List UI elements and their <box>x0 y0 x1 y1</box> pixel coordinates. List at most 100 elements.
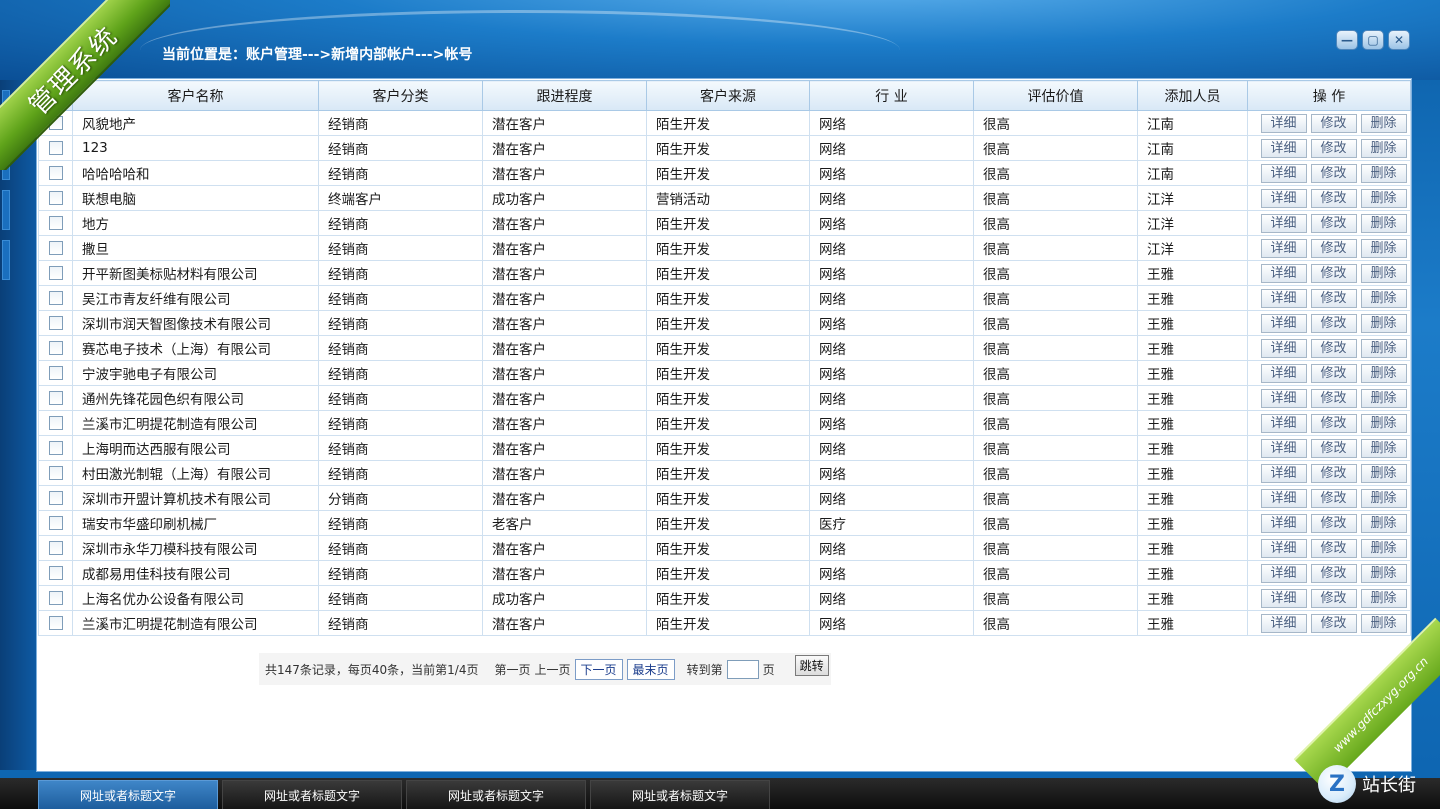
detail-button[interactable]: 详细 <box>1260 613 1307 633</box>
edit-button[interactable]: 修改 <box>1310 388 1357 408</box>
taskbar-tab[interactable]: 网址或者标题文字 <box>590 780 770 809</box>
minimize-button[interactable]: — <box>1336 30 1358 50</box>
jump-button[interactable]: 跳转 <box>794 654 829 676</box>
edit-button[interactable]: 修改 <box>1310 263 1357 283</box>
table-cell: 村田激光制辊（上海）有限公司 <box>72 460 319 486</box>
row-checkbox[interactable] <box>48 291 63 305</box>
row-checkbox[interactable] <box>48 416 63 430</box>
delete-button[interactable]: 删除 <box>1360 388 1407 408</box>
edit-button[interactable]: 修改 <box>1310 138 1357 158</box>
delete-button[interactable]: 删除 <box>1360 563 1407 583</box>
table-cell: 潜在客户 <box>482 110 647 136</box>
detail-button[interactable]: 详细 <box>1260 163 1307 183</box>
edit-button[interactable]: 修改 <box>1310 288 1357 308</box>
detail-button[interactable]: 详细 <box>1260 213 1307 233</box>
detail-button[interactable]: 详细 <box>1260 338 1307 358</box>
row-checkbox[interactable] <box>48 391 63 405</box>
row-checkbox[interactable] <box>48 466 63 480</box>
row-checkbox[interactable] <box>48 366 63 380</box>
close-button[interactable]: ✕ <box>1388 30 1410 50</box>
edit-button[interactable]: 修改 <box>1310 363 1357 383</box>
detail-button[interactable]: 详细 <box>1260 113 1307 133</box>
detail-button[interactable]: 详细 <box>1260 263 1307 283</box>
delete-button[interactable]: 删除 <box>1360 238 1407 258</box>
delete-button[interactable]: 删除 <box>1360 138 1407 158</box>
table-cell: 经销商 <box>318 460 483 486</box>
row-checkbox[interactable] <box>48 341 63 355</box>
row-checkbox[interactable] <box>48 316 63 330</box>
edit-button[interactable]: 修改 <box>1310 513 1357 533</box>
detail-button[interactable]: 详细 <box>1260 488 1307 508</box>
detail-button[interactable]: 详细 <box>1260 463 1307 483</box>
first-page-link[interactable]: 第一页 <box>495 661 531 678</box>
delete-button[interactable]: 删除 <box>1360 288 1407 308</box>
taskbar-tab[interactable]: 网址或者标题文字 <box>38 780 218 809</box>
row-checkbox[interactable] <box>48 241 63 255</box>
delete-button[interactable]: 删除 <box>1360 538 1407 558</box>
table-cell: 深圳市开盟计算机技术有限公司 <box>72 485 319 511</box>
edit-button[interactable]: 修改 <box>1310 463 1357 483</box>
row-checkbox[interactable] <box>48 266 63 280</box>
detail-button[interactable]: 详细 <box>1260 238 1307 258</box>
detail-button[interactable]: 详细 <box>1260 438 1307 458</box>
edit-button[interactable]: 修改 <box>1310 113 1357 133</box>
edit-button[interactable]: 修改 <box>1310 413 1357 433</box>
row-checkbox[interactable] <box>48 616 63 630</box>
detail-button[interactable]: 详细 <box>1260 188 1307 208</box>
edit-button[interactable]: 修改 <box>1310 588 1357 608</box>
delete-button[interactable]: 删除 <box>1360 613 1407 633</box>
row-checkbox[interactable] <box>48 516 63 530</box>
row-checkbox[interactable] <box>48 491 63 505</box>
edit-button[interactable]: 修改 <box>1310 338 1357 358</box>
row-checkbox[interactable] <box>48 216 63 230</box>
row-checkbox-cell <box>38 460 73 486</box>
row-checkbox[interactable] <box>48 191 63 205</box>
detail-button[interactable]: 详细 <box>1260 588 1307 608</box>
delete-button[interactable]: 删除 <box>1360 513 1407 533</box>
edit-button[interactable]: 修改 <box>1310 213 1357 233</box>
row-checkbox[interactable] <box>48 441 63 455</box>
detail-button[interactable]: 详细 <box>1260 388 1307 408</box>
edit-button[interactable]: 修改 <box>1310 488 1357 508</box>
detail-button[interactable]: 详细 <box>1260 313 1307 333</box>
table-cell: 王雅 <box>1137 285 1248 311</box>
detail-button[interactable]: 详细 <box>1260 363 1307 383</box>
row-checkbox[interactable] <box>48 566 63 580</box>
detail-button[interactable]: 详细 <box>1260 413 1307 433</box>
row-checkbox[interactable] <box>48 591 63 605</box>
delete-button[interactable]: 删除 <box>1360 488 1407 508</box>
edit-button[interactable]: 修改 <box>1310 613 1357 633</box>
edit-button[interactable]: 修改 <box>1310 563 1357 583</box>
taskbar-tab[interactable]: 网址或者标题文字 <box>222 780 402 809</box>
edit-button[interactable]: 修改 <box>1310 163 1357 183</box>
detail-button[interactable]: 详细 <box>1260 563 1307 583</box>
detail-button[interactable]: 详细 <box>1260 538 1307 558</box>
edit-button[interactable]: 修改 <box>1310 188 1357 208</box>
delete-button[interactable]: 删除 <box>1360 413 1407 433</box>
row-checkbox[interactable] <box>48 541 63 555</box>
delete-button[interactable]: 删除 <box>1360 163 1407 183</box>
last-page-button[interactable]: 最末页 <box>626 658 675 680</box>
edit-button[interactable]: 修改 <box>1310 238 1357 258</box>
delete-button[interactable]: 删除 <box>1360 188 1407 208</box>
next-page-button[interactable]: 下一页 <box>574 658 623 680</box>
delete-button[interactable]: 删除 <box>1360 438 1407 458</box>
delete-button[interactable]: 删除 <box>1360 363 1407 383</box>
prev-page-link[interactable]: 上一页 <box>535 661 571 678</box>
delete-button[interactable]: 删除 <box>1360 588 1407 608</box>
taskbar-tab[interactable]: 网址或者标题文字 <box>406 780 586 809</box>
delete-button[interactable]: 删除 <box>1360 213 1407 233</box>
detail-button[interactable]: 详细 <box>1260 138 1307 158</box>
goto-page-input[interactable] <box>726 659 759 679</box>
delete-button[interactable]: 删除 <box>1360 263 1407 283</box>
edit-button[interactable]: 修改 <box>1310 313 1357 333</box>
maximize-button[interactable]: ▢ <box>1362 30 1384 50</box>
delete-button[interactable]: 删除 <box>1360 338 1407 358</box>
edit-button[interactable]: 修改 <box>1310 438 1357 458</box>
delete-button[interactable]: 删除 <box>1360 313 1407 333</box>
delete-button[interactable]: 删除 <box>1360 113 1407 133</box>
detail-button[interactable]: 详细 <box>1260 288 1307 308</box>
delete-button[interactable]: 删除 <box>1360 463 1407 483</box>
detail-button[interactable]: 详细 <box>1260 513 1307 533</box>
edit-button[interactable]: 修改 <box>1310 538 1357 558</box>
